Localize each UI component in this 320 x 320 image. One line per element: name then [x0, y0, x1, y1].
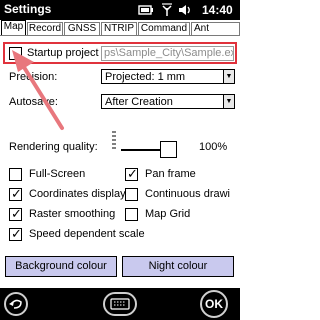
annotation-arrow [12, 50, 64, 130]
title-bar: Settings 14:40 [0, 0, 240, 20]
back-arrow-icon [9, 299, 22, 309]
battery-icon[interactable] [138, 3, 154, 17]
night-colour-button[interactable]: Night colour [122, 256, 234, 277]
speed-dependent-scale-label: Speed dependent scale [29, 228, 145, 240]
continuous-drawing-label: Continuous drawi [145, 188, 230, 200]
raster-smoothing-label: Raster smoothing [29, 208, 116, 220]
tab-command[interactable]: Command [138, 22, 190, 35]
tab-map[interactable]: Map [1, 20, 26, 35]
speed-dependent-scale-checkbox[interactable]: ✓ [9, 226, 22, 241]
continuous-drawing-checkbox[interactable] [125, 188, 138, 201]
checkmark-icon: ✓ [11, 226, 22, 241]
background-colour-button[interactable]: Background colour [5, 256, 117, 277]
checkmark-icon: ✓ [11, 186, 22, 201]
clock[interactable]: 14:40 [202, 3, 233, 17]
map-grid-label: Map Grid [145, 208, 191, 220]
tab-record[interactable]: Record [27, 22, 63, 35]
tab-bar: Map Record GNSS NTRIP Command Ant [0, 20, 240, 36]
window-title: Settings [4, 2, 52, 16]
coordinates-display-label: Coordinates display [29, 188, 126, 200]
raster-smoothing-checkbox[interactable]: ✓ [9, 206, 22, 221]
tab-gnss[interactable]: GNSS [64, 22, 100, 35]
ok-button[interactable]: OK [200, 290, 228, 318]
keyboard-button[interactable] [103, 292, 137, 316]
signal-icon[interactable] [160, 3, 174, 17]
tab-ntrip[interactable]: NTRIP [101, 22, 137, 35]
keyboard-icon [110, 298, 130, 310]
map-grid-checkbox[interactable] [125, 208, 138, 221]
back-button[interactable] [4, 292, 28, 316]
tab-antenna[interactable]: Ant [191, 22, 240, 35]
bottom-bar: OK [0, 288, 240, 320]
map-settings-panel: Startup project ps\Sample_City\Sample.ex… [0, 36, 240, 288]
coordinates-display-checkbox[interactable]: ✓ [9, 186, 22, 201]
volume-icon[interactable] [178, 3, 192, 17]
checkmark-icon: ✓ [11, 206, 22, 221]
